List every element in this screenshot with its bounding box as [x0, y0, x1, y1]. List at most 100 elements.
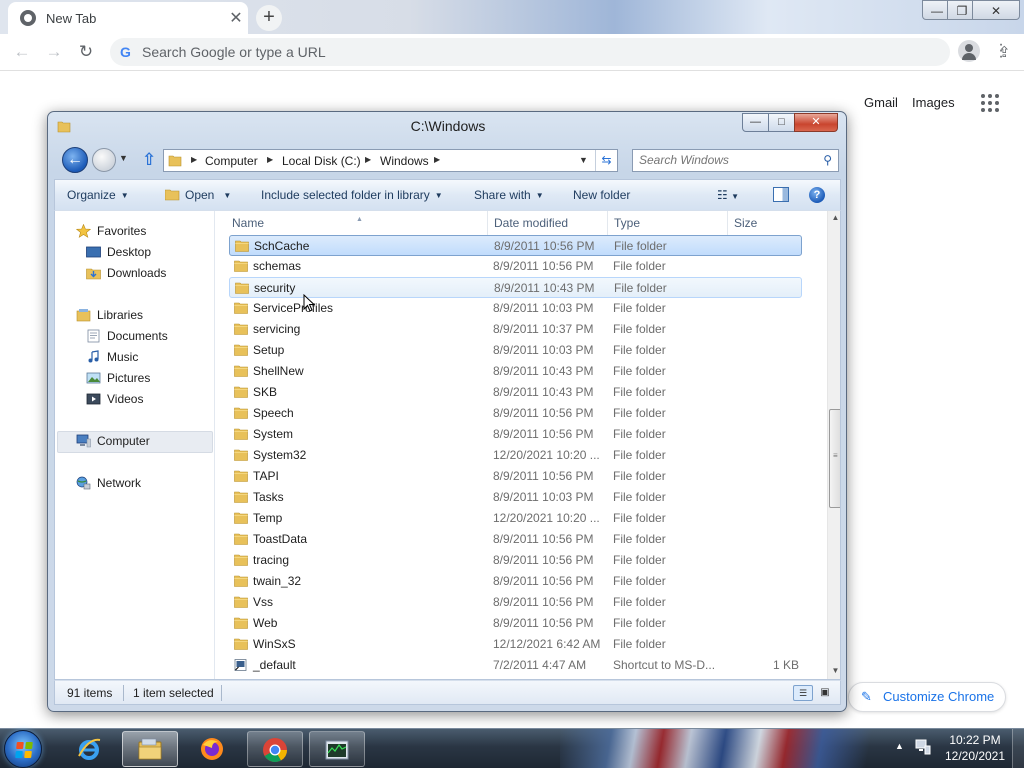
file-row[interactable]: SchCache 8/9/2011 10:56 PM File folder	[229, 235, 802, 256]
show-hidden-icons-icon[interactable]: ▲	[895, 741, 904, 751]
file-row[interactable]: ToastData 8/9/2011 10:56 PM File folder	[229, 529, 802, 550]
file-type: File folder	[613, 532, 666, 546]
nav-label: Libraries	[97, 308, 144, 322]
file-row[interactable]: SKB 8/9/2011 10:43 PM File folder	[229, 382, 802, 403]
details-view-icon[interactable]: ☰	[793, 685, 813, 701]
back-arrow-icon[interactable]: ←	[10, 40, 34, 64]
file-type: File folder	[613, 469, 666, 483]
open-button[interactable]: Open ▼	[185, 188, 231, 202]
explorer-minimize-button[interactable]: —	[742, 113, 769, 132]
google-apps-icon[interactable]	[981, 94, 999, 112]
new-folder-button[interactable]: New folder	[573, 188, 630, 202]
file-row[interactable]: WinSxS 12/12/2021 6:42 AM File folder	[229, 634, 802, 655]
search-windows-box[interactable]: ⚲	[632, 149, 839, 172]
address-dropdown-icon[interactable]: ▼	[579, 155, 588, 165]
back-button-icon[interactable]: ←	[62, 147, 88, 173]
file-row[interactable]: Web 8/9/2011 10:56 PM File folder	[229, 613, 802, 634]
explorer-maximize-button[interactable]: □	[768, 113, 795, 132]
address-bar[interactable]: ▶ Computer ▶ Local Disk (C:) ▶ Windows ▶…	[163, 149, 618, 172]
file-row[interactable]: Tasks 8/9/2011 10:03 PM File folder	[229, 487, 802, 508]
breadcrumb-arrow-icon[interactable]: ▶	[267, 155, 273, 164]
taskbar-task-manager[interactable]	[309, 731, 365, 767]
file-date-modified: 8/9/2011 10:43 PM	[494, 281, 595, 295]
share-with-button[interactable]: Share with ▼	[474, 188, 544, 202]
network-tray-icon[interactable]	[914, 738, 932, 756]
clock-date[interactable]: 12/20/2021	[940, 749, 1010, 763]
column-header-type[interactable]: Type	[608, 211, 728, 235]
recent-pages-dropdown-icon[interactable]: ▼	[119, 153, 128, 163]
scroll-down-arrow-icon[interactable]: ▼	[828, 666, 840, 675]
images-link[interactable]: Images	[912, 95, 955, 110]
search-input[interactable]	[639, 153, 809, 167]
tab-new-tab[interactable]: New Tab ✕	[8, 2, 248, 34]
chrome-menu-icon[interactable]: · · ·	[993, 37, 1009, 65]
file-list: ▲ Name Date modified Type Size SchCache 8…	[216, 211, 827, 679]
file-row[interactable]: tracing 8/9/2011 10:56 PM File folder	[229, 550, 802, 571]
scrollbar-thumb[interactable]: ≡	[829, 409, 840, 508]
include-in-library-button[interactable]: Include selected folder in library ▼	[261, 188, 443, 202]
column-header-name[interactable]: ▲ Name	[226, 211, 488, 235]
taskbar-firefox[interactable]	[185, 731, 241, 767]
file-name: ToastData	[253, 532, 308, 546]
breadcrumb-windows[interactable]: Windows	[380, 154, 429, 168]
file-type: File folder	[613, 322, 666, 336]
gmail-link[interactable]: Gmail	[864, 95, 898, 110]
change-view-icon[interactable]: ☷ ▼	[717, 188, 739, 202]
file-row[interactable]: twain_32 8/9/2011 10:56 PM File folder	[229, 571, 802, 592]
file-row[interactable]: Vss 8/9/2011 10:56 PM File folder	[229, 592, 802, 613]
file-date-modified: 8/9/2011 10:56 PM	[493, 595, 594, 609]
file-row[interactable]: servicing 8/9/2011 10:37 PM File folder	[229, 319, 802, 340]
breadcrumb-computer[interactable]: Computer	[205, 154, 258, 168]
up-arrow-icon[interactable]: ⇧	[142, 150, 156, 170]
breadcrumb-local-disk[interactable]: Local Disk (C:)	[282, 154, 361, 168]
breadcrumb-arrow-icon[interactable]: ▶	[434, 155, 440, 164]
column-header-label: Name	[232, 216, 265, 230]
taskbar-chrome[interactable]	[247, 731, 303, 767]
column-header-date[interactable]: Date modified	[488, 211, 608, 235]
column-header-size[interactable]: Size	[728, 211, 808, 235]
folder-icon	[234, 365, 248, 377]
forward-button-icon[interactable]	[92, 148, 116, 172]
file-row[interactable]: Temp 12/20/2021 10:20 ... File folder	[229, 508, 802, 529]
file-row[interactable]: TAPI 8/9/2011 10:56 PM File folder	[229, 466, 802, 487]
vertical-scrollbar[interactable]: ▲ ≡ ▼	[827, 211, 840, 679]
refresh-icon[interactable]: ⇆	[595, 150, 617, 171]
file-type: File folder	[613, 427, 666, 441]
file-date-modified: 8/9/2011 10:37 PM	[493, 322, 594, 336]
clock-time[interactable]: 10:22 PM	[940, 733, 1010, 747]
file-date-modified: 8/9/2011 10:56 PM	[493, 574, 594, 588]
file-row[interactable]: System 8/9/2011 10:56 PM File folder	[229, 424, 802, 445]
customize-chrome-button[interactable]: ✎ Customize Chrome	[848, 682, 1006, 712]
preview-pane-icon[interactable]	[773, 187, 789, 202]
breadcrumb-arrow-icon[interactable]: ▶	[365, 155, 371, 164]
tab-close-icon[interactable]: ✕	[224, 8, 248, 28]
file-row[interactable]: Speech 8/9/2011 10:56 PM File folder	[229, 403, 802, 424]
browser-toolbar: ← → ↻ G Search Google or type a URL ⇪ ☆ …	[0, 34, 1024, 71]
start-button[interactable]	[4, 730, 42, 768]
command-bar: Organize ▼ Open ▼ Include selected folder …	[54, 179, 841, 210]
profile-avatar-icon[interactable]	[958, 40, 980, 62]
file-row[interactable]: _default 7/2/2011 4:47 AM Shortcut to MS-D…	[229, 655, 802, 676]
file-row[interactable]: ShellNew 8/9/2011 10:43 PM File folder	[229, 361, 802, 382]
file-row[interactable]: schemas 8/9/2011 10:56 PM File folder	[229, 256, 802, 277]
reload-icon[interactable]: ↻	[74, 40, 98, 64]
file-type: File folder	[613, 406, 666, 420]
scroll-up-arrow-icon[interactable]: ▲	[828, 213, 840, 222]
organize-button[interactable]: Organize ▼	[67, 188, 129, 202]
help-icon[interactable]: ?	[809, 187, 825, 203]
file-row[interactable]: System32 12/20/2021 10:20 ... File folder	[229, 445, 802, 466]
file-date-modified: 8/9/2011 10:56 PM	[493, 532, 594, 546]
breadcrumb-arrow-icon[interactable]: ▶	[191, 155, 197, 164]
explorer-close-button[interactable]: ✕	[794, 113, 838, 132]
new-tab-button[interactable]: +	[256, 5, 282, 31]
status-bar: 91 items 1 item selected ☰ ▣	[54, 680, 841, 705]
forward-arrow-icon[interactable]: →	[42, 40, 66, 64]
show-desktop-button[interactable]	[1012, 729, 1024, 768]
browser-close-button[interactable]: ✕	[972, 0, 1020, 20]
large-icons-view-icon[interactable]: ▣	[816, 685, 834, 701]
taskbar-internet-explorer[interactable]	[62, 731, 118, 767]
file-row[interactable]: Setup 8/9/2011 10:03 PM File folder	[229, 340, 802, 361]
search-icon[interactable]: ⚲	[823, 153, 832, 167]
taskbar-windows-explorer[interactable]	[122, 731, 178, 767]
omnibox[interactable]: G Search Google or type a URL ⇪ ☆	[110, 38, 1011, 66]
